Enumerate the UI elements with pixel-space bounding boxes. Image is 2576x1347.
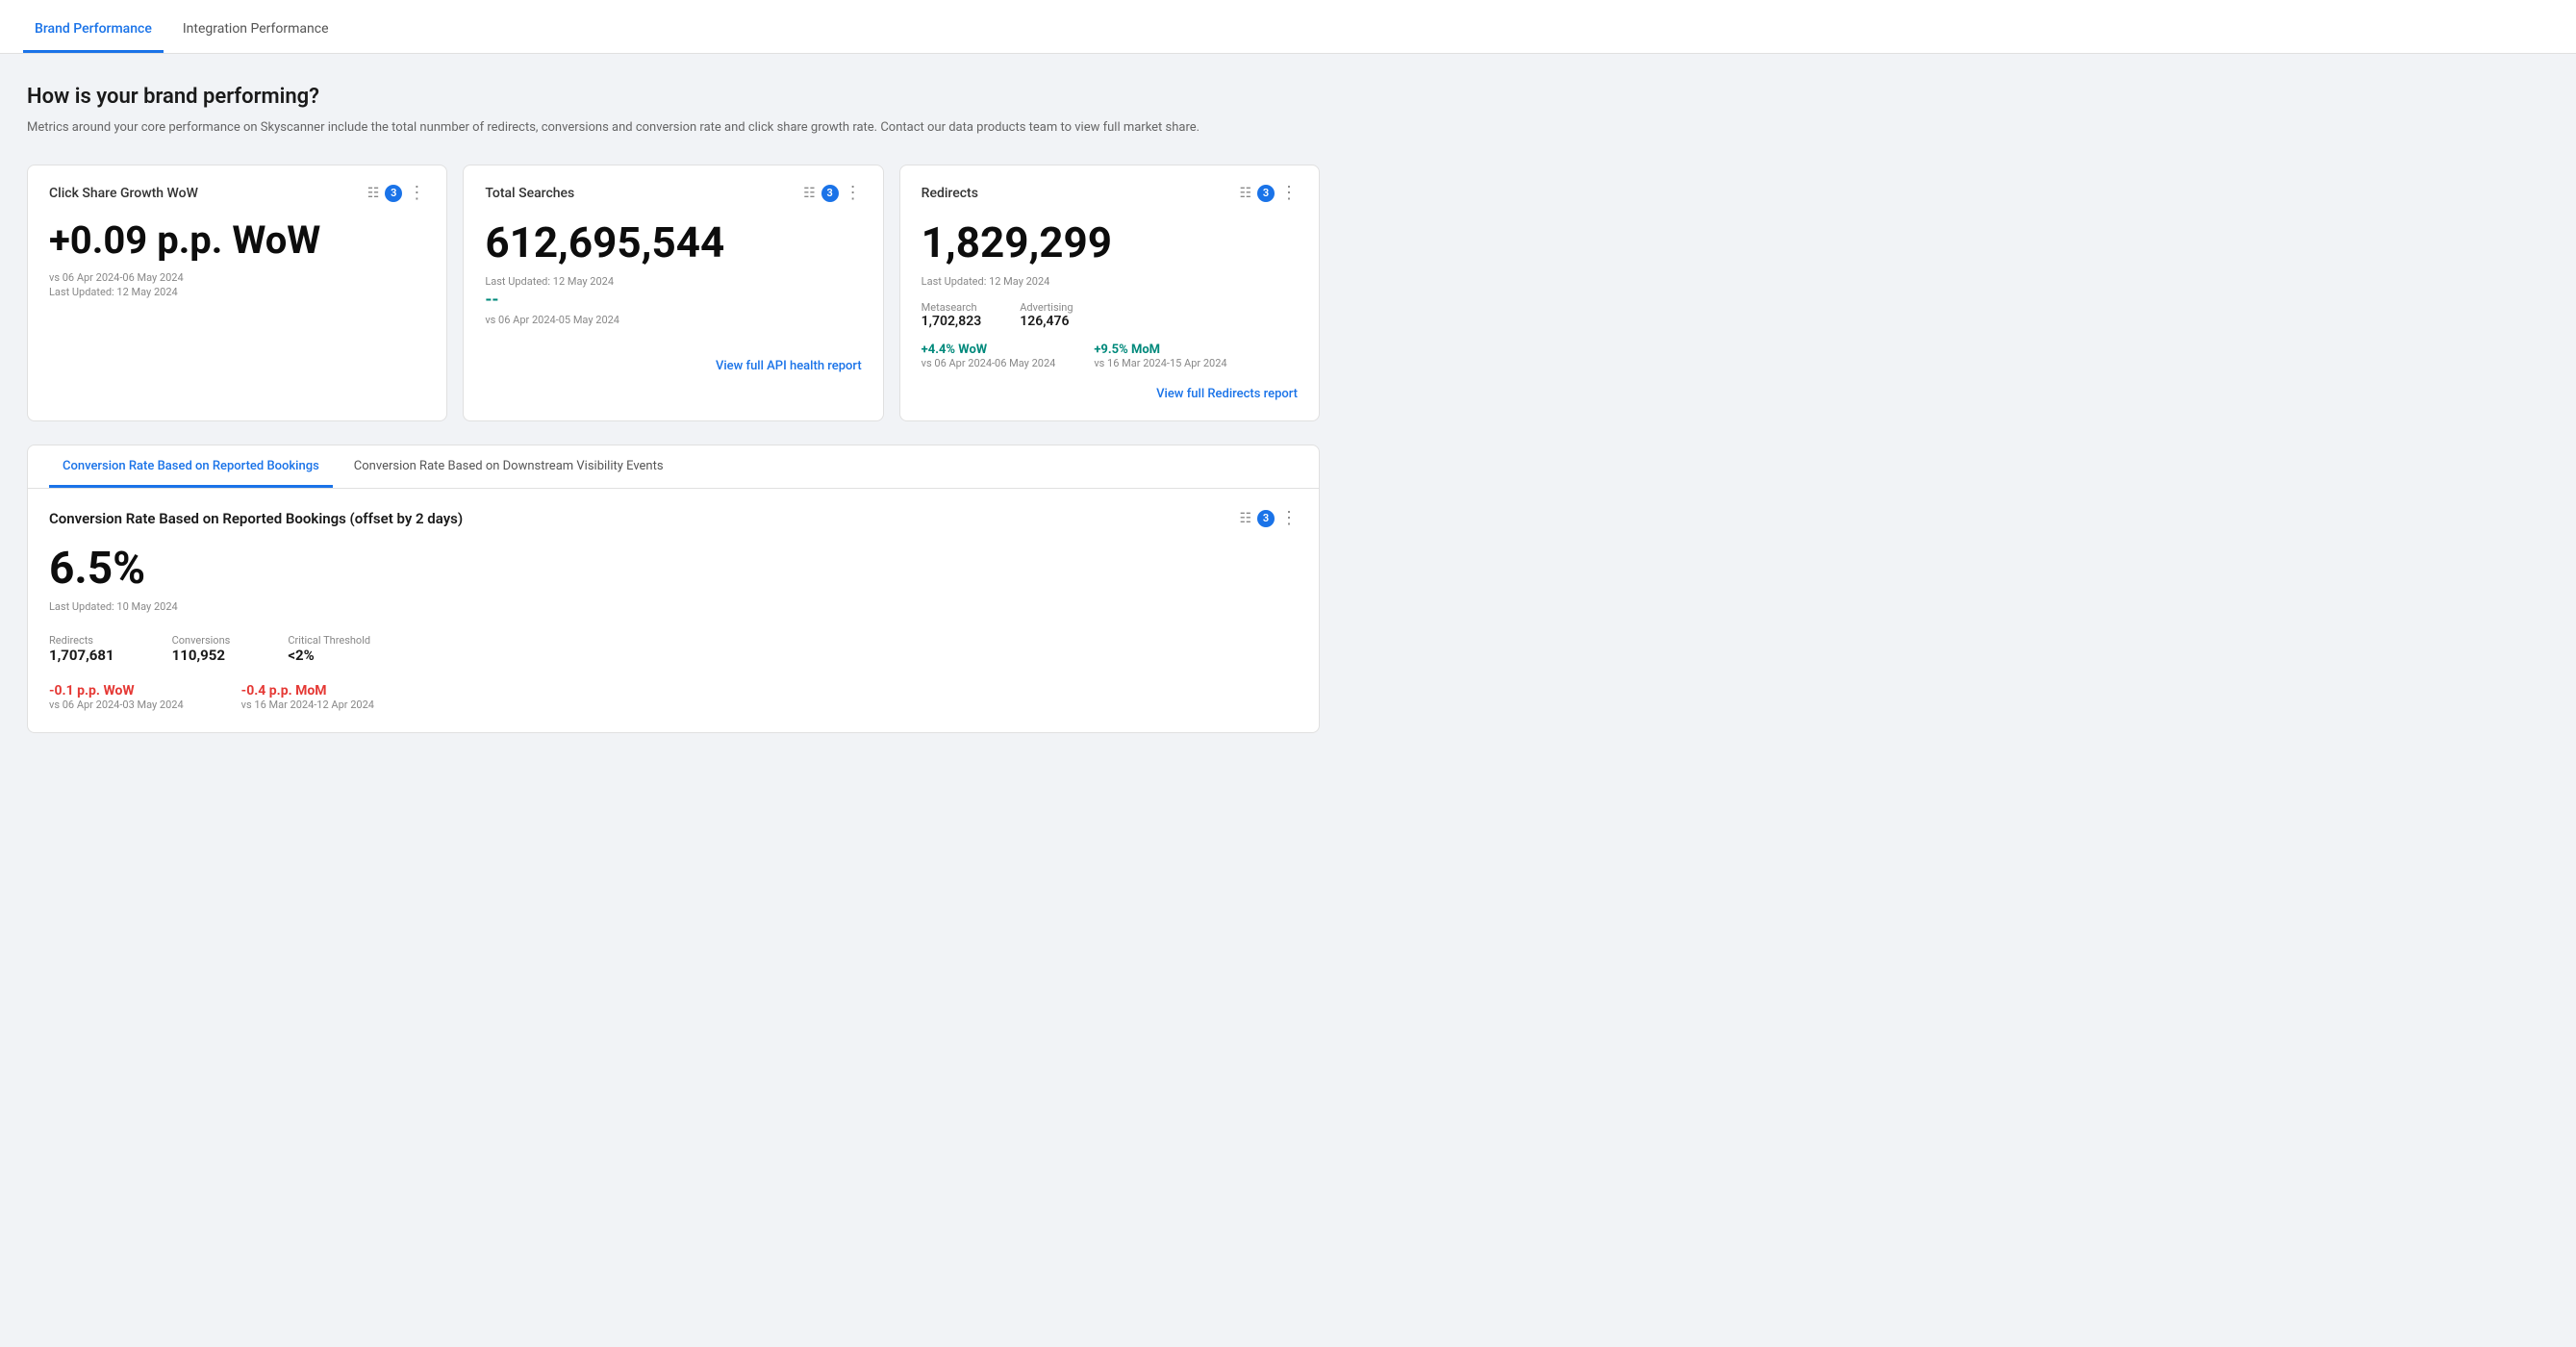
metric-threshold-label: Critical Threshold	[288, 634, 370, 647]
filter-badge-conversion: 3	[1257, 510, 1275, 527]
change-mom-value: -0.4 p.p. MoM	[241, 683, 374, 699]
conversion-actions: ☷ 3 ⋮	[1239, 510, 1298, 527]
metric-threshold-value: <2%	[288, 647, 370, 664]
card-header-total-searches: Total Searches ☷ 3 ⋮	[485, 185, 861, 202]
total-searches-vs-date: vs 06 Apr 2024-05 May 2024	[485, 314, 861, 326]
wow-date: vs 06 Apr 2024-06 May 2024	[922, 357, 1056, 369]
redirects-stats-row: +4.4% WoW vs 06 Apr 2024-06 May 2024 +9.…	[922, 343, 1298, 369]
metric-conversions-value: 110,952	[172, 647, 231, 664]
card-actions-searches: ☷ 3 ⋮	[803, 185, 862, 202]
total-searches-last-updated: Last Updated: 12 May 2024	[485, 275, 861, 288]
redirects-value: 1,829,299	[922, 219, 1298, 266]
page-subtext: Metrics around your core performance on …	[27, 118, 1320, 138]
api-health-report-link[interactable]: View full API health report	[716, 359, 862, 373]
conversion-header-row: Conversion Rate Based on Reported Bookin…	[49, 510, 1298, 527]
conversion-metrics-row: Redirects 1,707,681 Conversions 110,952 …	[49, 634, 1298, 664]
cards-row: Click Share Growth WoW ☷ 3 ⋮ +0.09 p.p. …	[27, 165, 1320, 421]
redirects-card-title: Redirects	[922, 186, 978, 201]
filter-icon[interactable]: ☷	[367, 186, 380, 201]
click-share-date1: vs 06 Apr 2024-06 May 2024	[49, 271, 425, 284]
total-searches-card: Total Searches ☷ 3 ⋮ 612,695,544 Last Up…	[463, 165, 883, 421]
nav-tab-integration-performance[interactable]: Integration Performance	[171, 6, 341, 53]
tab-reported-bookings[interactable]: Conversion Rate Based on Reported Bookin…	[49, 445, 333, 488]
redirects-card: Redirects ☷ 3 ⋮ 1,829,299 Last Updated: …	[899, 165, 1320, 421]
redirects-link-row: View full Redirects report	[922, 383, 1298, 401]
conversion-big-value: 6.5%	[49, 543, 1298, 595]
filter-badge-searches: 3	[821, 185, 839, 202]
mom-date: vs 16 Mar 2024-15 Apr 2024	[1094, 357, 1226, 369]
advertising-meta: Advertising 126,476	[1020, 301, 1073, 329]
metric-critical-threshold: Critical Threshold <2%	[288, 634, 370, 664]
wow-stat: +4.4% WoW vs 06 Apr 2024-06 May 2024	[922, 343, 1056, 369]
wow-value: +4.4% WoW	[922, 343, 1056, 357]
conversion-change-row: -0.1 p.p. WoW vs 06 Apr 2024-03 May 2024…	[49, 683, 1298, 711]
metric-conversions-label: Conversions	[172, 634, 231, 647]
metric-redirects-value: 1,707,681	[49, 647, 114, 664]
total-searches-value: 612,695,544	[485, 219, 861, 266]
advertising-label: Advertising	[1020, 301, 1073, 314]
redirects-meta-row: Metasearch 1,702,823 Advertising 126,476	[922, 301, 1298, 329]
click-share-date2: Last Updated: 12 May 2024	[49, 286, 425, 298]
metric-redirects: Redirects 1,707,681	[49, 634, 114, 664]
top-nav: Brand Performance Integration Performanc…	[0, 0, 2576, 54]
metasearch-value: 1,702,823	[922, 314, 982, 329]
metasearch-meta: Metasearch 1,702,823	[922, 301, 982, 329]
conversion-section: Conversion Rate Based on Reported Bookin…	[27, 445, 1320, 733]
filter-icon-redirects[interactable]: ☷	[1239, 186, 1251, 201]
total-searches-card-title: Total Searches	[485, 186, 574, 201]
conversion-section-title: Conversion Rate Based on Reported Bookin…	[49, 510, 463, 527]
metric-redirects-label: Redirects	[49, 634, 114, 647]
conversion-tabs: Conversion Rate Based on Reported Bookin…	[28, 445, 1319, 489]
more-menu-icon-searches[interactable]: ⋮	[845, 185, 862, 202]
click-share-card: Click Share Growth WoW ☷ 3 ⋮ +0.09 p.p. …	[27, 165, 447, 421]
filter-badge-redirects: 3	[1257, 185, 1275, 202]
card-actions: ☷ 3 ⋮	[367, 185, 426, 202]
card-actions-redirects: ☷ 3 ⋮	[1239, 185, 1298, 202]
more-menu-icon-redirects[interactable]: ⋮	[1280, 185, 1298, 202]
advertising-value: 126,476	[1020, 314, 1073, 329]
more-menu-icon-conversion[interactable]: ⋮	[1280, 510, 1298, 527]
tab-downstream-visibility[interactable]: Conversion Rate Based on Downstream Visi…	[341, 445, 677, 488]
change-wow-value: -0.1 p.p. WoW	[49, 683, 184, 699]
metric-conversions: Conversions 110,952	[172, 634, 231, 664]
page-content: How is your brand performing? Metrics ar…	[0, 54, 1347, 764]
page-heading: How is your brand performing?	[27, 85, 1320, 109]
total-searches-dash: --	[485, 290, 861, 310]
redirects-last-updated: Last Updated: 12 May 2024	[922, 275, 1298, 288]
redirects-report-link[interactable]: View full Redirects report	[1156, 387, 1298, 401]
filter-icon-conversion[interactable]: ☷	[1239, 511, 1251, 526]
card-header-click-share: Click Share Growth WoW ☷ 3 ⋮	[49, 185, 425, 202]
change-wow-date: vs 06 Apr 2024-03 May 2024	[49, 699, 184, 711]
change-mom: -0.4 p.p. MoM vs 16 Mar 2024-12 Apr 2024	[241, 683, 374, 711]
change-wow: -0.1 p.p. WoW vs 06 Apr 2024-03 May 2024	[49, 683, 184, 711]
conversion-last-updated: Last Updated: 10 May 2024	[49, 600, 1298, 613]
metasearch-label: Metasearch	[922, 301, 982, 314]
card-header-redirects: Redirects ☷ 3 ⋮	[922, 185, 1298, 202]
mom-value: +9.5% MoM	[1094, 343, 1226, 357]
mom-stat: +9.5% MoM vs 16 Mar 2024-15 Apr 2024	[1094, 343, 1226, 369]
change-mom-date: vs 16 Mar 2024-12 Apr 2024	[241, 699, 374, 711]
nav-tab-brand-performance[interactable]: Brand Performance	[23, 6, 164, 53]
click-share-value: +0.09 p.p. WoW	[49, 219, 425, 262]
filter-badge: 3	[385, 185, 402, 202]
more-menu-icon[interactable]: ⋮	[408, 185, 425, 202]
filter-icon-searches[interactable]: ☷	[803, 186, 816, 201]
conversion-body: Conversion Rate Based on Reported Bookin…	[28, 489, 1319, 732]
click-share-card-title: Click Share Growth WoW	[49, 186, 198, 201]
